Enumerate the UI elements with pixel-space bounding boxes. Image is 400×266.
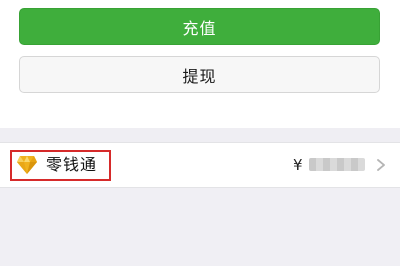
lingqiantong-label: 零钱通	[46, 155, 98, 174]
diamond-icon	[17, 156, 37, 174]
chevron-right-icon	[377, 159, 385, 171]
actions-panel: 充值 提现	[0, 0, 400, 128]
amount-value-redacted	[309, 158, 365, 171]
recharge-button[interactable]: 充值	[19, 8, 380, 45]
lingqiantong-row[interactable]: 零钱通 ¥	[0, 142, 400, 188]
currency-symbol: ¥	[293, 156, 303, 174]
withdraw-button[interactable]: 提现	[19, 56, 380, 93]
section-divider	[0, 128, 400, 142]
